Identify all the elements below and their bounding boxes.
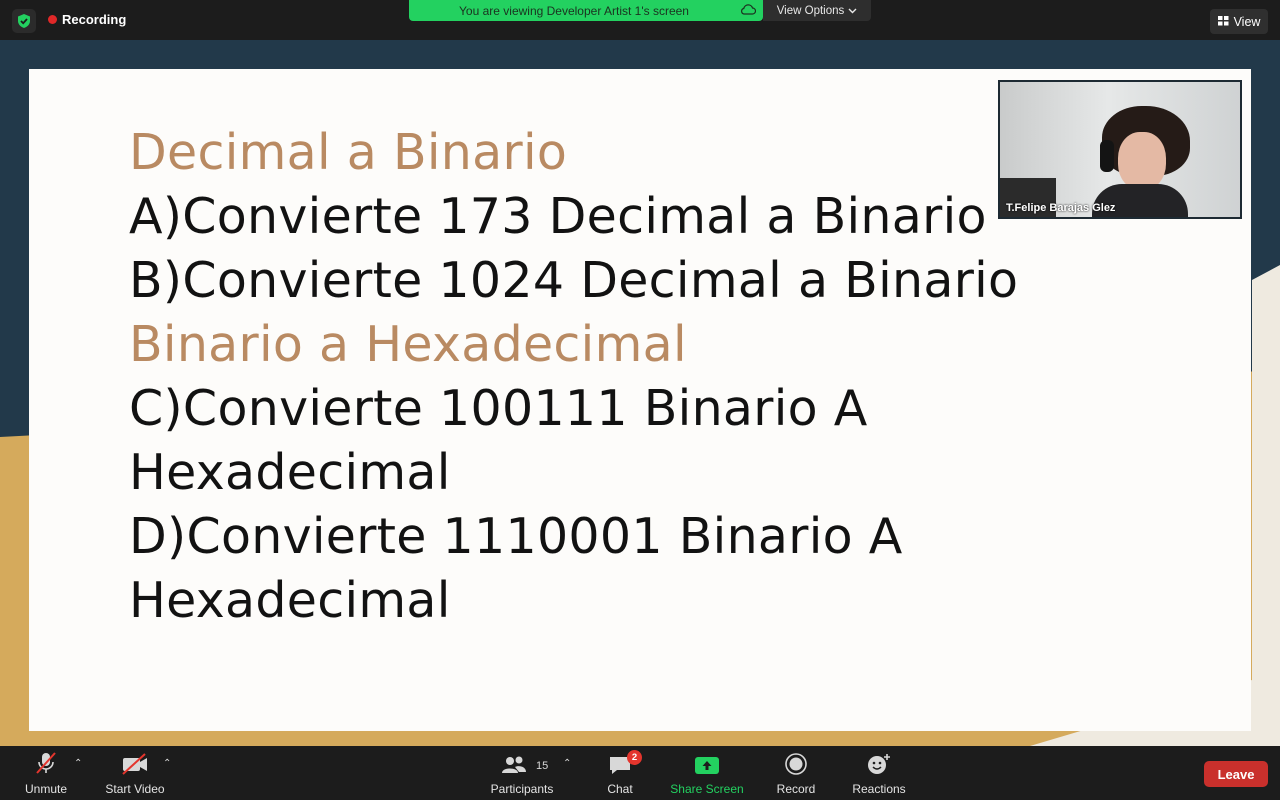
grid-view-icon — [1217, 15, 1229, 29]
share-screen-label: Share Screen — [670, 782, 744, 796]
chat-icon: 2 — [608, 746, 642, 776]
reactions-button[interactable]: Reactions — [848, 746, 910, 800]
meeting-toolbar: Unmute ⌃ Start Video ⌃ 15 Participants ⌃ — [0, 746, 1280, 800]
participants-count: 15 — [536, 760, 549, 772]
reactions-smiley-icon — [866, 746, 892, 776]
chat-badge: 2 — [627, 750, 642, 765]
muted-microphone-icon — [33, 746, 59, 776]
slide-line: B)Convierte 1024 Decimal a Binario — [129, 252, 1019, 309]
slide-line: Hexadecimal — [129, 572, 451, 629]
slide-line: Hexadecimal — [129, 444, 451, 501]
chat-button[interactable]: 2 Chat — [602, 746, 642, 800]
start-video-button[interactable]: Start Video — [100, 746, 170, 800]
video-off-icon — [120, 746, 150, 776]
share-screen-button[interactable]: Share Screen — [666, 746, 748, 800]
audio-options-caret-icon[interactable]: ⌃ — [74, 758, 82, 769]
participant-name: T.Felipe Barajas Glez — [1006, 202, 1116, 214]
chat-label: Chat — [607, 782, 633, 796]
slide-line: D)Convierte 1110001 Binario A — [129, 508, 903, 565]
slide-heading: Decimal a Binario — [129, 124, 568, 181]
slide-content: Decimal a Binario A)Convierte 173 Decima… — [129, 121, 1018, 633]
chevron-down-icon — [848, 5, 857, 17]
view-options-button[interactable]: View Options — [763, 0, 871, 21]
recording-indicator[interactable]: Recording — [48, 12, 126, 27]
recording-dot-icon — [48, 15, 57, 24]
slide-heading: Binario a Hexadecimal — [129, 316, 687, 373]
share-screen-icon — [694, 746, 720, 776]
start-video-label: Start Video — [105, 782, 165, 796]
slide-line: A)Convierte 173 Decimal a Binario — [129, 188, 987, 245]
top-bar: Recording You are viewing Developer Arti… — [0, 0, 1280, 40]
participants-icon: 15 — [493, 746, 551, 776]
recording-label: Recording — [62, 12, 127, 27]
view-button[interactable]: View — [1210, 9, 1268, 34]
view-label: View — [1233, 14, 1261, 29]
record-icon — [784, 746, 808, 776]
unmute-button[interactable]: Unmute — [22, 746, 70, 800]
headphones — [1100, 140, 1114, 172]
participants-button[interactable]: 15 Participants — [486, 746, 558, 800]
record-label: Record — [776, 782, 816, 796]
screen-share-banner: You are viewing Developer Artist 1's scr… — [409, 0, 763, 21]
participants-label: Participants — [490, 782, 554, 796]
record-button[interactable]: Record — [772, 746, 820, 800]
slide-line: C)Convierte 100111 Binario A — [129, 380, 868, 437]
participant-video-thumbnail[interactable]: T.Felipe Barajas Glez — [998, 80, 1242, 219]
security-shield-icon[interactable] — [12, 9, 36, 33]
video-person-face — [1118, 132, 1166, 190]
banner-text: You are viewing Developer Artist 1's scr… — [459, 3, 689, 18]
view-options-label: View Options — [776, 4, 845, 17]
reactions-label: Reactions — [852, 782, 906, 796]
participants-caret-icon[interactable]: ⌃ — [563, 758, 571, 769]
video-options-caret-icon[interactable]: ⌃ — [163, 758, 171, 769]
leave-button[interactable]: Leave — [1204, 761, 1268, 787]
unmute-label: Unmute — [24, 782, 68, 796]
cloud-icon — [740, 3, 757, 18]
